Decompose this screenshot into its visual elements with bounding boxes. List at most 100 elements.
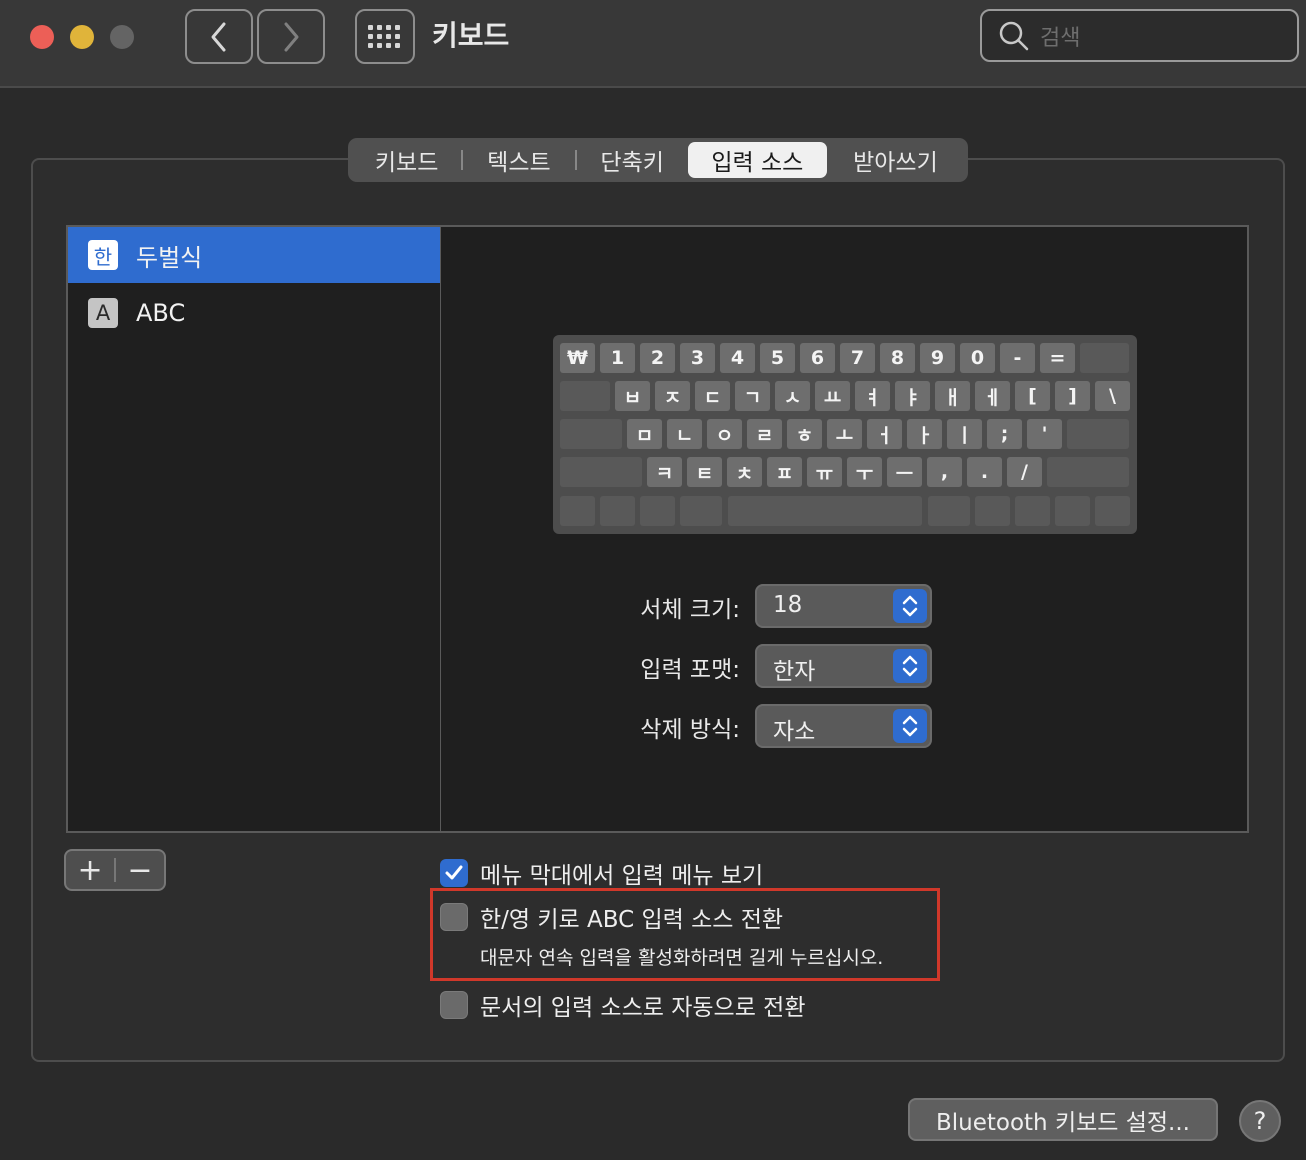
- input-format-label: 입력 포맷:: [640, 657, 740, 683]
- keyboard-key: ㅍ: [767, 457, 802, 487]
- input-source-label: ABC: [136, 299, 186, 327]
- updown-chevron-icon: [893, 649, 927, 683]
- han-yeong-switch-description: 대문자 연속 입력을 활성화하려면 길게 누르십시오.: [480, 947, 884, 969]
- delete-mode-value: 자소: [773, 719, 816, 745]
- keyboard-key-space: [728, 496, 922, 526]
- tab-shortcuts[interactable]: 단축키: [577, 142, 688, 178]
- tab-text[interactable]: 텍스트: [463, 142, 574, 178]
- keyboard-key: ₩: [560, 343, 595, 373]
- tab-bar: 키보드 텍스트 단축키 입력 소스 받아쓰기: [348, 138, 968, 182]
- keyboard-key: ㅂ: [615, 381, 650, 411]
- keyboard-key: ㅏ: [907, 419, 942, 449]
- add-source-button[interactable]: +: [66, 851, 114, 889]
- hangul-source-icon: 한: [88, 240, 118, 270]
- show-input-menu-row[interactable]: 메뉴 막대에서 입력 메뉴 보기: [440, 856, 763, 890]
- keyboard-key: ;: [987, 419, 1022, 449]
- keyboard-key-modifier: [560, 496, 595, 526]
- updown-chevron-icon: [893, 709, 927, 743]
- show-all-button[interactable]: [355, 9, 415, 64]
- keyboard-key: ㅔ: [975, 381, 1010, 411]
- input-source-item-abc[interactable]: A ABC: [68, 285, 440, 341]
- input-source-item-dubeolsik[interactable]: 한 두벌식: [68, 227, 440, 283]
- input-source-list[interactable]: 한 두벌식 A ABC: [66, 225, 442, 833]
- keyboard-key: ㅁ: [627, 419, 662, 449]
- keyboard-key: ㅛ: [815, 381, 850, 411]
- keyboard-key-modifier: [1095, 496, 1130, 526]
- zoom-window-button[interactable]: [110, 25, 134, 49]
- keyboard-key-modifier: [600, 496, 635, 526]
- keyboard-key: ㅠ: [807, 457, 842, 487]
- search-icon: [999, 21, 1029, 50]
- auto-switch-row[interactable]: 문서의 입력 소스로 자동으로 전환: [440, 988, 805, 1022]
- keyboard-key: ': [1027, 419, 1062, 449]
- abc-source-icon: A: [88, 298, 118, 328]
- font-size-value: 18: [773, 592, 803, 618]
- close-window-button[interactable]: [30, 25, 54, 49]
- keyboard-key: ㅜ: [847, 457, 882, 487]
- keyboard-key: ㅐ: [935, 381, 970, 411]
- keyboard-key: 0: [960, 343, 995, 373]
- keyboard-key: ,: [927, 457, 962, 487]
- keyboard-key: 5: [760, 343, 795, 373]
- keyboard-key: ㅗ: [827, 419, 862, 449]
- back-button[interactable]: [185, 9, 253, 64]
- keyboard-key: ㄷ: [695, 381, 730, 411]
- keyboard-key: ]: [1055, 381, 1090, 411]
- keyboard-key: ㅅ: [775, 381, 810, 411]
- han-yeong-switch-checkbox[interactable]: [440, 903, 468, 931]
- keyboard-key: ㅡ: [887, 457, 922, 487]
- chevron-left-icon: [211, 22, 226, 51]
- font-size-popup[interactable]: 18: [755, 584, 932, 628]
- delete-mode-popup[interactable]: 자소: [755, 704, 932, 748]
- keyboard-key: ㄴ: [667, 419, 702, 449]
- keyboard-key: 8: [880, 343, 915, 373]
- remove-source-button[interactable]: −: [116, 851, 164, 889]
- keyboard-key: -: [1000, 343, 1035, 373]
- keyboard-key: ㅎ: [787, 419, 822, 449]
- keyboard-key: ㅈ: [655, 381, 690, 411]
- keyboard-key-modifier: [640, 496, 675, 526]
- help-button[interactable]: ?: [1239, 1100, 1281, 1142]
- bluetooth-keyboard-setup-button[interactable]: Bluetooth 키보드 설정...: [908, 1098, 1218, 1141]
- keyboard-key: [: [1015, 381, 1050, 411]
- tab-keyboard[interactable]: 키보드: [352, 142, 461, 178]
- keyboard-key: ㄱ: [735, 381, 770, 411]
- input-format-value: 한자: [773, 659, 816, 685]
- keyboard-key-modifier: [975, 496, 1010, 526]
- keyboard-key: ㅊ: [727, 457, 762, 487]
- keyboard-key: ㅋ: [647, 457, 682, 487]
- show-input-menu-checkbox[interactable]: [440, 859, 468, 887]
- keyboard-key-shift-right: [1047, 457, 1129, 487]
- keyboard-key-modifier: [680, 496, 722, 526]
- input-source-label: 두벌식: [136, 243, 203, 272]
- keyboard-key: 6: [800, 343, 835, 373]
- input-format-popup[interactable]: 한자: [755, 644, 932, 688]
- keyboard-key: ㅌ: [687, 457, 722, 487]
- tab-dictation[interactable]: 받아쓰기: [827, 142, 964, 178]
- keyboard-key: 4: [720, 343, 755, 373]
- keyboard-key: .: [967, 457, 1002, 487]
- forward-button[interactable]: [257, 9, 325, 64]
- auto-switch-label: 문서의 입력 소스로 자동으로 전환: [480, 995, 806, 1021]
- keyboard-key: 3: [680, 343, 715, 373]
- keyboard-key-modifier: [1055, 496, 1090, 526]
- checkmark-icon: [445, 865, 463, 880]
- chevron-right-icon: [284, 22, 299, 51]
- auto-switch-checkbox[interactable]: [440, 991, 468, 1019]
- keyboard-key: ㅕ: [855, 381, 890, 411]
- keyboard-layout-preview: ₩1 2 3 4 5 6 7 8 9 0- = ㅂㅈㄷㄱㅅㅛㅕㅑㅐㅔ[] \ ㅁㄴㅇㄹㅎㅗㅓㅏㅣ; ' ㅋㅌㅊ…: [553, 335, 1137, 534]
- search-placeholder: 검색: [1040, 25, 1081, 51]
- keyboard-key: ㅇ: [707, 419, 742, 449]
- keyboard-key: ㅓ: [867, 419, 902, 449]
- minimize-window-button[interactable]: [70, 25, 94, 49]
- delete-mode-label: 삭제 방식:: [640, 717, 740, 743]
- keyboard-key-modifier: [928, 496, 970, 526]
- keyboard-key: ㅑ: [895, 381, 930, 411]
- keyboard-key-return: [1067, 419, 1129, 449]
- keyboard-key: 9: [920, 343, 955, 373]
- search-field[interactable]: 검색: [980, 9, 1299, 62]
- tab-input-sources[interactable]: 입력 소스: [687, 142, 827, 178]
- han-yeong-switch-row[interactable]: 한/영 키로 ABC 입력 소스 전환: [440, 900, 783, 934]
- show-input-menu-label: 메뉴 막대에서 입력 메뉴 보기: [480, 863, 764, 889]
- keyboard-key: 7: [840, 343, 875, 373]
